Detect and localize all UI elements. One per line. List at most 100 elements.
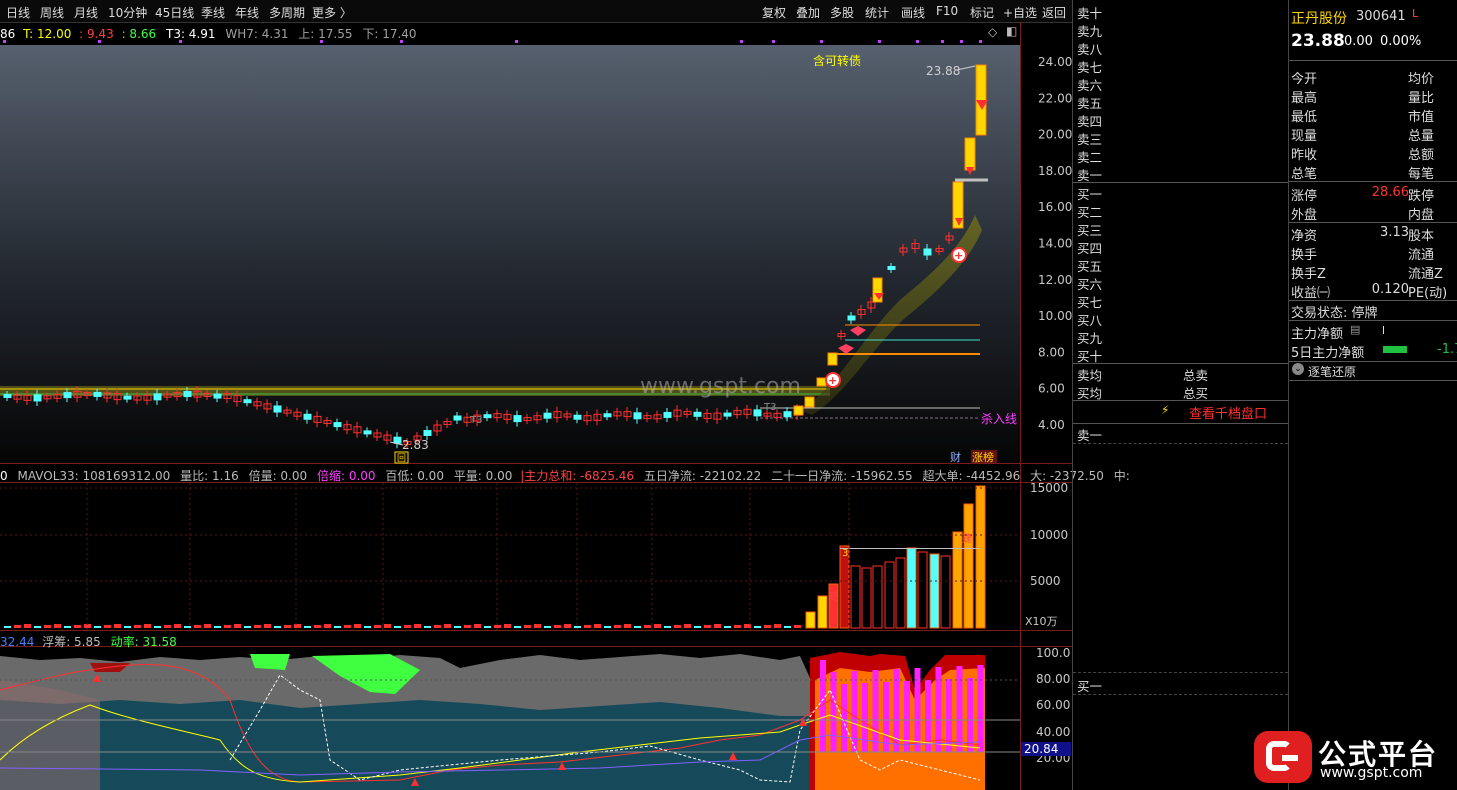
volume-bar (54, 624, 61, 628)
volume-bar (734, 625, 741, 628)
svg-text:2: 2 (818, 599, 824, 610)
volume-bar (314, 625, 321, 628)
volume-ma-line (840, 548, 980, 549)
candle-body (923, 248, 932, 256)
candle-body (213, 393, 222, 399)
t3-label: T3 (763, 402, 776, 413)
volume-bar (144, 624, 151, 628)
volume-bar (975, 485, 986, 629)
stock-name: 正丹股份 (1291, 11, 1347, 27)
volume-bar (564, 624, 571, 628)
volume-bar (494, 625, 501, 628)
volume-bar (674, 625, 681, 628)
volume-bar (434, 625, 441, 628)
volume-bar (134, 625, 141, 628)
divider (1289, 222, 1457, 223)
price-tick: 22.00 (1038, 91, 1072, 105)
finance-badge[interactable]: 财 (950, 450, 961, 464)
volume-bar (184, 626, 191, 628)
volume-grid (0, 483, 1020, 630)
volume-bar (294, 624, 301, 628)
ask-level: 卖九 (1077, 24, 1103, 39)
volume-bar (234, 624, 241, 628)
legend-item: |主力总和: -6825.46 (520, 469, 635, 483)
volume-bar (4, 626, 11, 628)
volume-bar (244, 626, 251, 628)
indicator-tick: 40.00 (1036, 725, 1070, 739)
volume-bar (917, 551, 928, 629)
volume-bar (74, 625, 81, 628)
indicator-tick: 60.00 (1036, 698, 1070, 712)
candle-body (333, 422, 342, 428)
volume-bar (464, 625, 471, 628)
candle-body (753, 409, 762, 417)
table-icon[interactable]: ▤ (1350, 323, 1360, 336)
brand-logo-icon (1254, 731, 1312, 783)
volume-tick: 10000 (1030, 528, 1068, 542)
bid1-label: 买一 (1077, 679, 1103, 694)
candle-body (723, 412, 732, 417)
legend-item: 五日净流: -22102.22 (643, 469, 762, 483)
legend-item: 二十一日净流: -15962.55 (771, 469, 913, 483)
chevron-down-icon[interactable]: ⌄ (1292, 363, 1304, 375)
plus-icon: + (954, 249, 963, 262)
volume-bar (574, 626, 581, 628)
legend-item: 平量: 0.00 (453, 469, 513, 483)
divider (1073, 182, 1288, 183)
volume-bar (14, 625, 21, 628)
legend-item: 超大单: -4452.96 (922, 469, 1021, 483)
tick-restore-toggle[interactable]: 逐笔还原 (1308, 363, 1356, 380)
volume-bar (654, 624, 661, 628)
divider (1289, 300, 1457, 301)
volume-bar (334, 626, 341, 628)
candle-body (153, 393, 162, 401)
divider (1289, 361, 1457, 362)
main-panel-bg (0, 45, 1020, 463)
divider (1289, 320, 1457, 321)
price-tick: 20.00 (1038, 128, 1072, 142)
volume-bar (414, 624, 421, 628)
volume-bar (284, 625, 291, 628)
legend-item: 百低: 0.00 (385, 469, 444, 483)
volume-bar (614, 625, 621, 628)
quote-panel: 卖十 卖九 卖八 卖七 卖六 卖五 卖四 卖三 卖二 卖一 买一 买二 买三 买… (1072, 0, 1457, 790)
indicator-bar (956, 666, 963, 752)
indicator-bar (914, 668, 921, 752)
candle-body (453, 415, 462, 421)
kline-chart[interactable]: + + 含可转债 23.88 2.83 杀入线 T3 T3 www.gspt.c… (0, 0, 1072, 790)
bid-level: 买七 (1077, 295, 1103, 310)
volume-bar (884, 561, 895, 629)
candle-body (783, 411, 792, 418)
volume-bar (94, 626, 101, 628)
volume-bar (254, 625, 261, 628)
main-net-bar (1383, 326, 1384, 334)
total-ask-label: 总卖 (1183, 368, 1209, 383)
volume-bar (174, 624, 181, 628)
price-tick: 14.00 (1038, 237, 1072, 251)
stock-code: 300641 (1356, 9, 1406, 24)
volume-tick: 5000 (1030, 574, 1061, 588)
return-badge-text: 回 (397, 453, 406, 464)
main-net-5d-bar (1383, 346, 1407, 353)
volume-bar (714, 624, 721, 628)
divider (1289, 60, 1457, 61)
volume-bar (194, 625, 201, 628)
avg-ask-label: 卖均 (1077, 368, 1103, 383)
volume-bar (444, 624, 451, 628)
volume-bar (929, 553, 940, 629)
t3-label: T3 (469, 415, 482, 426)
view-full-depth-link[interactable]: 查看千档盘口 (1189, 403, 1267, 422)
volume-bar (524, 625, 531, 628)
candle-body (483, 414, 492, 419)
stock-flag: L (1412, 7, 1419, 20)
brand-url: www.gspt.com (1320, 765, 1423, 781)
volume-bar (384, 624, 391, 628)
signal-marks (3, 40, 982, 43)
indicator-tick: 80.00 (1036, 672, 1070, 686)
volume-bar (664, 626, 671, 628)
price-tick: 12.00 (1038, 273, 1072, 287)
bid-level: 买九 (1077, 331, 1103, 346)
svg-text:建: 建 (962, 532, 972, 545)
limit-up-rank-text[interactable]: 涨榜 (972, 450, 994, 464)
volume-bar (544, 626, 551, 628)
